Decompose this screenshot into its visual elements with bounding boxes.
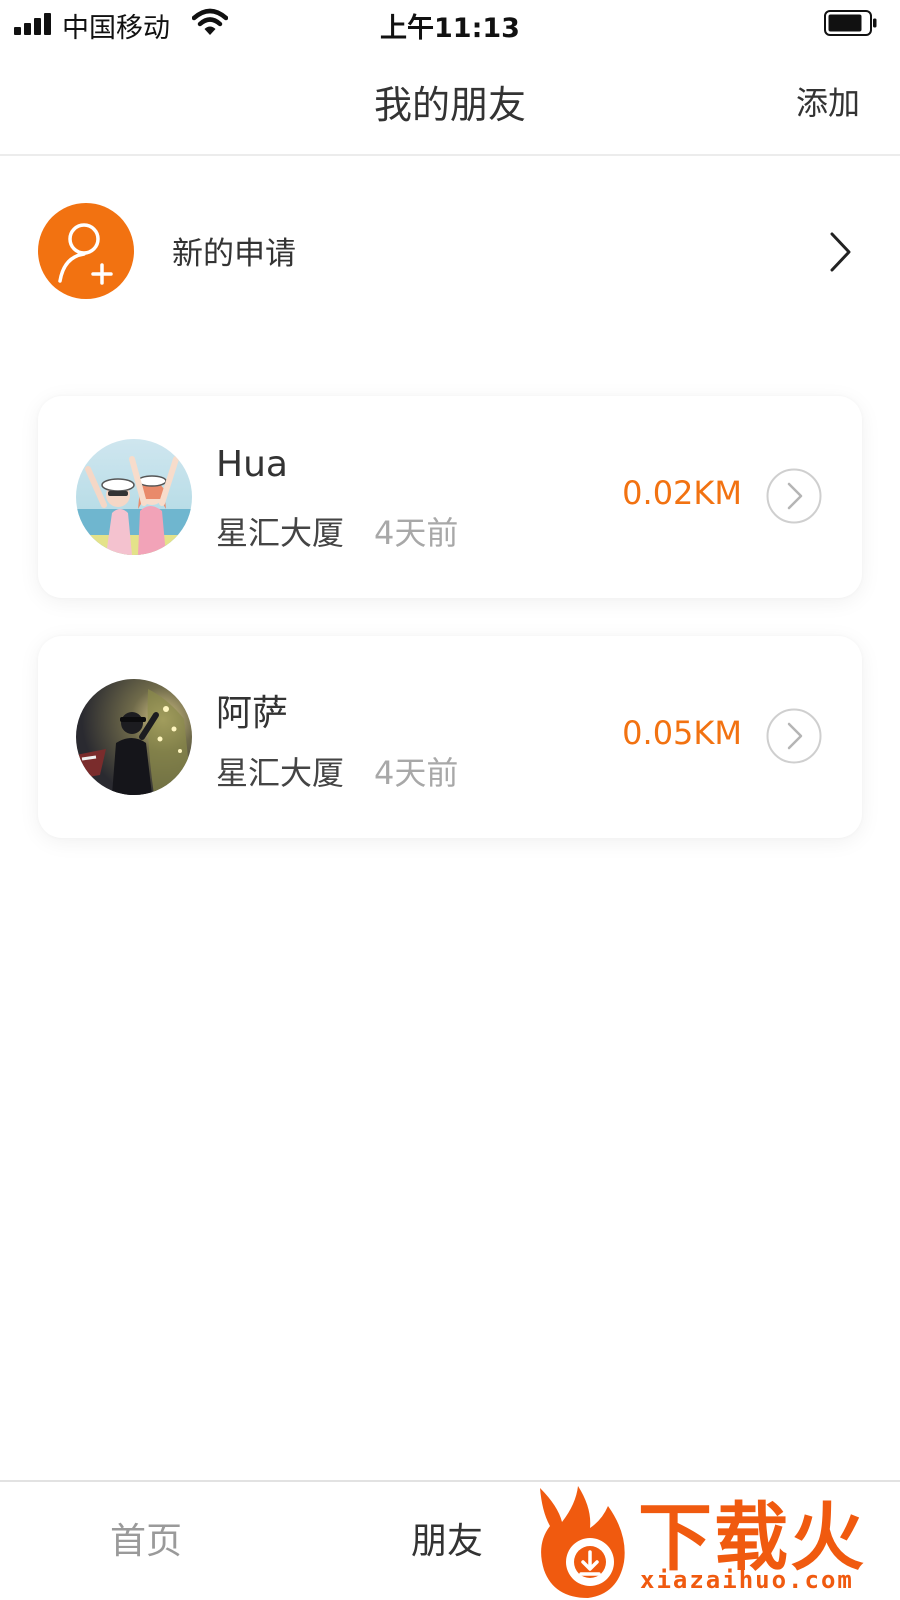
friend-distance: 0.05KM — [622, 714, 742, 752]
chevron-circle-right-icon[interactable] — [766, 468, 822, 524]
friend-time-ago: 4天前 — [374, 514, 459, 552]
friend-card[interactable]: 阿萨 星汇大厦 4天前 0.05KM — [38, 636, 862, 838]
friends-screen: 中国移动 上午11:13 我的朋友 添加 新的申请 Hua 星汇大厦 4天前 0… — [0, 0, 900, 1600]
flame-logo-icon — [540, 1486, 625, 1598]
watermark-logo: 下载火 xiazaihuo.com — [532, 1482, 900, 1600]
friend-name: Hua — [216, 444, 288, 485]
watermark-url: xiazaihuo.com — [640, 1566, 854, 1594]
tab-friends[interactable]: 朋友 — [411, 1512, 483, 1564]
new-request-label: 新的申请 — [172, 236, 296, 272]
chevron-circle-right-icon[interactable] — [766, 708, 822, 764]
battery-icon — [824, 10, 877, 36]
friend-card[interactable]: Hua 星汇大厦 4天前 0.02KM — [38, 396, 862, 598]
status-time: 上午11:13 — [380, 13, 520, 44]
add-friend-button[interactable]: 添加 — [796, 78, 860, 124]
friend-time-ago: 4天前 — [374, 754, 459, 792]
avatar — [76, 439, 192, 555]
tab-home[interactable]: 首页 — [110, 1512, 182, 1564]
nav-bar: 我的朋友 添加 — [0, 48, 900, 156]
friend-location: 星汇大厦 — [216, 754, 345, 792]
add-user-icon — [38, 203, 134, 299]
status-bar: 中国移动 上午11:13 — [0, 0, 900, 48]
new-request-row[interactable]: 新的申请 — [0, 156, 900, 346]
page-title: 我的朋友 — [373, 83, 526, 127]
avatar — [76, 679, 192, 795]
chevron-right-icon — [830, 232, 851, 272]
friend-distance: 0.02KM — [622, 474, 742, 512]
friend-name: 阿萨 — [216, 693, 289, 734]
friend-location: 星汇大厦 — [216, 514, 345, 552]
